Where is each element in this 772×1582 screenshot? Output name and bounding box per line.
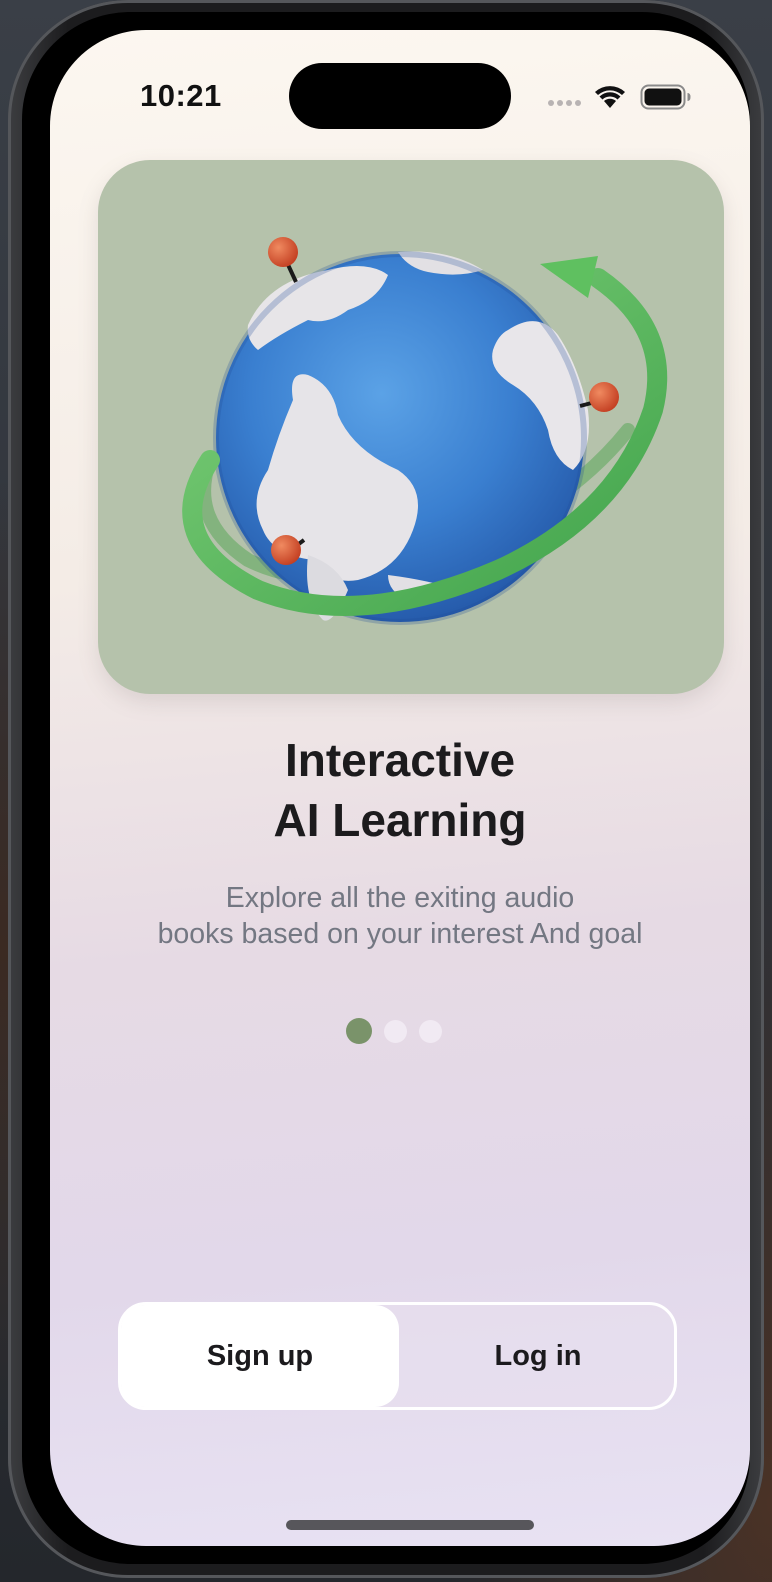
auth-segmented-control: Sign up Log in (118, 1302, 677, 1410)
page-dot-1[interactable] (346, 1018, 372, 1044)
globe-illustration (182, 237, 668, 625)
status-time: 10:21 (140, 78, 222, 113)
page-dot-2[interactable] (384, 1019, 407, 1043)
subtitle-line-2: books based on your interest And goal (157, 918, 643, 950)
page-dot-3[interactable] (419, 1019, 442, 1043)
signup-button[interactable]: Sign up (121, 1305, 399, 1407)
hero-illustration-card (98, 160, 724, 694)
subtitle-line-1: Explore all the exiting audio (225, 882, 575, 914)
battery-icon (640, 84, 691, 110)
dynamic-island (289, 63, 511, 129)
phone-bezel: 10:21 Interactive AI Learning Explore al… (22, 12, 750, 1564)
page-indicator (346, 1018, 442, 1044)
login-button[interactable]: Log in (399, 1305, 677, 1407)
onboarding-title: Interactive AI Learning (50, 730, 750, 850)
wifi-icon (595, 86, 625, 108)
cellular-signal-icon (548, 100, 581, 106)
app-screen: 10:21 Interactive AI Learning Explore al… (50, 30, 750, 1546)
title-line-2: AI Learning (273, 794, 527, 846)
onboarding-subtitle: Explore all the exiting audio books base… (50, 880, 750, 952)
phone-frame: 10:21 Interactive AI Learning Explore al… (8, 0, 764, 1578)
home-indicator[interactable] (286, 1520, 534, 1530)
title-line-1: Interactive (284, 734, 516, 786)
